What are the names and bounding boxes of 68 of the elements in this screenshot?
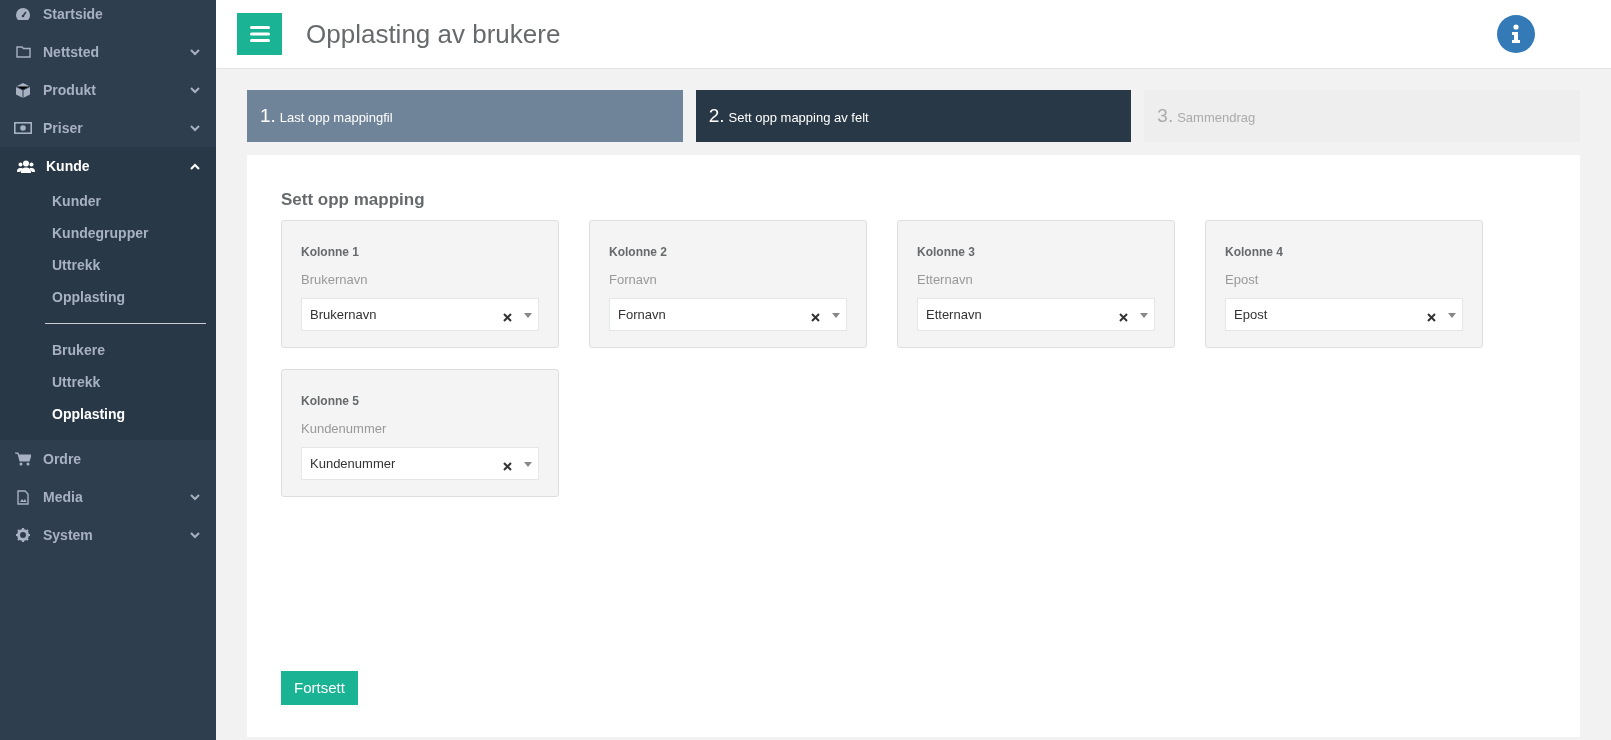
submenu-item[interactable]: Kunder	[0, 185, 216, 217]
column-heading: Kolonne 2	[609, 243, 668, 261]
folder-icon	[15, 46, 31, 58]
field-select[interactable]: Etternavn	[917, 298, 1155, 331]
chevron-down-icon	[190, 48, 200, 56]
submenu-item[interactable]: Kundegrupper	[0, 217, 216, 249]
field-select[interactable]: Kundenummer	[301, 447, 539, 480]
wizard-step[interactable]: 2. Sett opp mapping av felt	[695, 90, 1132, 142]
clear-icon[interactable]	[503, 462, 512, 471]
step-label: Last opp mappingfil	[279, 108, 393, 127]
sidebar-item[interactable]: System	[0, 516, 216, 554]
clear-icon[interactable]	[811, 313, 820, 322]
chevron-down-icon	[190, 86, 200, 94]
sidebar-item[interactable]: Priser	[0, 109, 216, 147]
info-icon	[1511, 24, 1521, 44]
field-select[interactable]: Brukernavn	[301, 298, 539, 331]
field-select[interactable]: Epost	[1225, 298, 1463, 331]
image-file-icon	[17, 489, 29, 505]
info-button[interactable]	[1497, 15, 1535, 53]
clear-icon[interactable]	[503, 313, 512, 322]
sidebar-item[interactable]: Kunde	[0, 147, 216, 185]
column-heading: Kolonne 5	[301, 392, 360, 410]
source-field-name: Brukernavn	[301, 270, 369, 289]
page-title: Opplasting av brukere	[306, 17, 561, 51]
step-label: Sammendrag	[1177, 108, 1256, 127]
source-field-name: Epost	[1225, 270, 1260, 289]
sidebar-item[interactable]: Startside	[0, 0, 216, 33]
gear-icon	[16, 528, 30, 542]
submenu-item[interactable]: Brukere	[0, 334, 216, 366]
dropdown-caret-icon[interactable]	[832, 313, 840, 318]
submenu-item[interactable]: Opplasting	[0, 281, 216, 313]
cart-icon	[15, 452, 31, 466]
column-heading: Kolonne 4	[1225, 243, 1284, 261]
step-number: 1.	[260, 103, 276, 128]
users-icon	[17, 159, 35, 173]
source-field-name: Fornavn	[609, 270, 658, 289]
chevron-up-icon	[190, 162, 200, 170]
column-heading: Kolonne 3	[917, 243, 976, 261]
field-select[interactable]: Fornavn	[609, 298, 847, 331]
banknote-icon	[14, 122, 32, 134]
step-label: Sett opp mapping av felt	[728, 108, 869, 127]
step-number: 3.	[1157, 103, 1174, 128]
chevron-down-icon	[190, 493, 200, 501]
clear-icon[interactable]	[1427, 313, 1436, 322]
chevron-down-icon	[190, 124, 200, 132]
chevron-down-icon	[190, 531, 200, 539]
sidebar-item[interactable]: Nettsted	[0, 33, 216, 71]
column-heading: Kolonne 1	[301, 243, 360, 261]
source-field-name: Kundenummer	[301, 419, 388, 438]
sidebar-item[interactable]: Produkt	[0, 71, 216, 109]
dropdown-caret-icon[interactable]	[524, 462, 532, 467]
submenu-item[interactable]: Opplasting	[0, 398, 216, 430]
sidebar-item[interactable]: Media	[0, 478, 216, 516]
dropdown-caret-icon[interactable]	[1140, 313, 1148, 318]
clear-icon[interactable]	[1119, 313, 1128, 322]
speedometer-icon	[15, 7, 31, 21]
sidebar-item[interactable]: Ordre	[0, 440, 216, 478]
cube-icon	[16, 82, 30, 98]
dropdown-caret-icon[interactable]	[1448, 313, 1456, 318]
menu-icon	[249, 26, 270, 42]
step-number: 2.	[708, 103, 725, 128]
source-field-name: Etternavn	[917, 270, 974, 289]
menu-button[interactable]	[237, 13, 282, 55]
section-title: Sett opp mapping	[281, 189, 426, 211]
submenu-item[interactable]: Uttrekk	[0, 249, 216, 281]
wizard-step[interactable]: 1. Last opp mappingfil	[247, 90, 683, 142]
dropdown-caret-icon[interactable]	[524, 313, 532, 318]
submenu-item[interactable]: Uttrekk	[0, 366, 216, 398]
